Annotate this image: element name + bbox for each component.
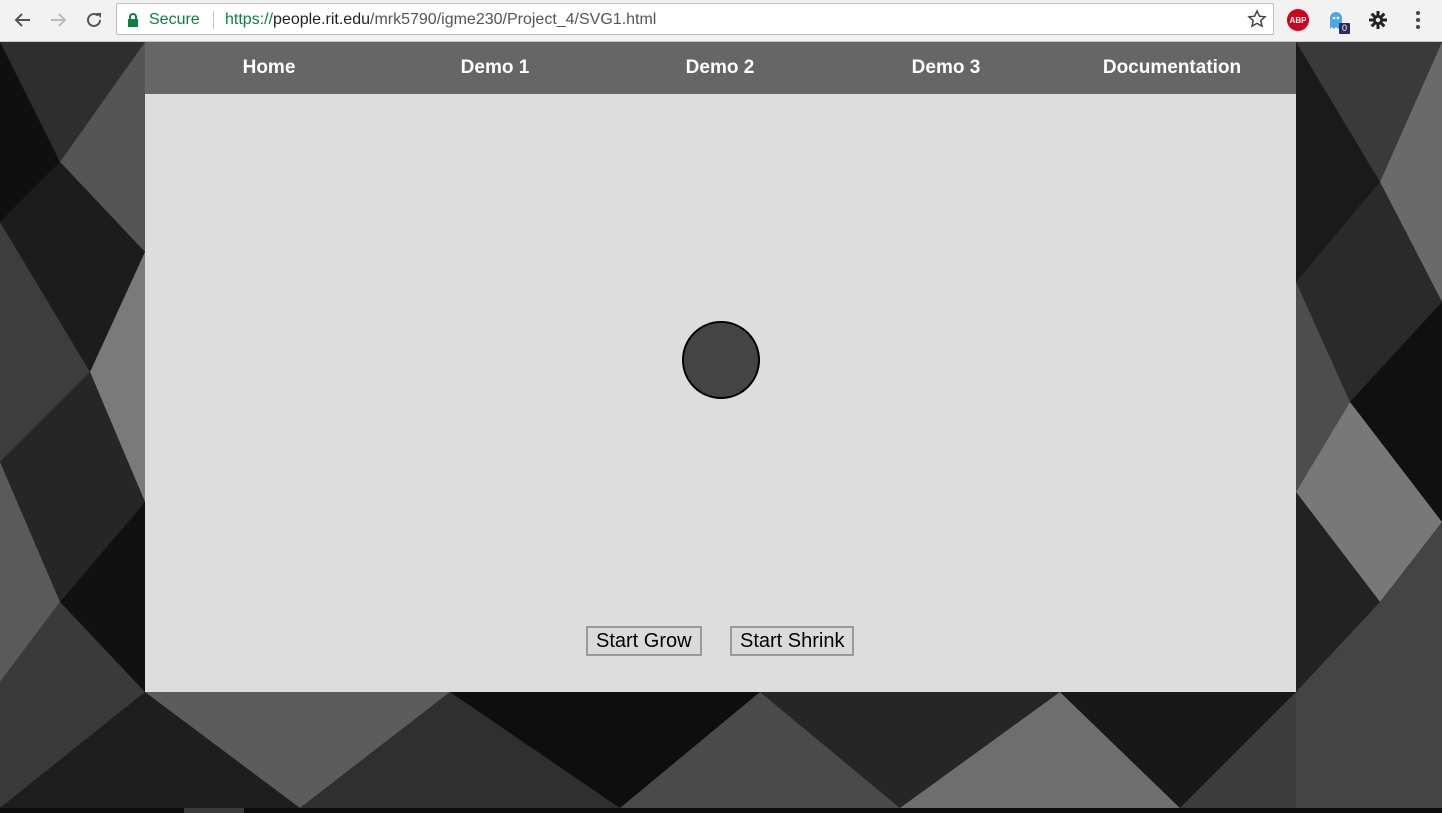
- start-grow-button[interactable]: Start Grow: [586, 626, 702, 656]
- forward-arrow-icon[interactable]: [45, 7, 71, 33]
- url-path: /mrk5790/igme230/Project_4/SVG1.html: [370, 11, 657, 28]
- url-host: people.rit.edu: [273, 11, 370, 28]
- ghostery-icon[interactable]: 0: [1322, 6, 1350, 34]
- nav-demo-1[interactable]: Demo 1: [425, 42, 565, 94]
- start-shrink-button[interactable]: Start Shrink: [730, 626, 855, 656]
- adblock-plus-icon[interactable]: ABP: [1284, 6, 1312, 34]
- star-icon[interactable]: [1247, 9, 1267, 34]
- bottom-strip: [0, 808, 1442, 813]
- ghostery-badge: 0: [1338, 23, 1350, 34]
- gear-icon[interactable]: [1364, 6, 1392, 34]
- nav-home[interactable]: Home: [199, 42, 339, 94]
- bottom-tab-stub: [184, 808, 244, 813]
- secure-label: Secure: [149, 11, 200, 28]
- nav-demo-3[interactable]: Demo 3: [876, 42, 1016, 94]
- browser-toolbar: Secure https://people.rit.edu/mrk5790/ig…: [0, 0, 1442, 42]
- nav-demo-2[interactable]: Demo 2: [650, 42, 790, 94]
- reload-icon[interactable]: [81, 7, 107, 33]
- abp-label: ABP: [1287, 9, 1309, 31]
- url-text[interactable]: https://people.rit.edu/mrk5790/igme230/P…: [225, 11, 656, 29]
- address-bar[interactable]: Secure https://people.rit.edu/mrk5790/ig…: [116, 3, 1274, 35]
- site-container: Home Demo 1 Demo 2 Demo 3 Documentation …: [145, 42, 1296, 692]
- lock-icon: [127, 13, 139, 32]
- omnibox-divider: [213, 11, 214, 29]
- back-arrow-icon[interactable]: [10, 7, 36, 33]
- menu-dots-icon[interactable]: [1404, 6, 1432, 34]
- url-scheme: https://: [225, 11, 274, 28]
- svg-demo-stage: Start Grow Start Shrink: [145, 94, 1296, 692]
- animated-circle: [682, 321, 760, 399]
- nav-documentation[interactable]: Documentation: [1087, 42, 1257, 94]
- site-navbar: Home Demo 1 Demo 2 Demo 3 Documentation: [145, 42, 1296, 94]
